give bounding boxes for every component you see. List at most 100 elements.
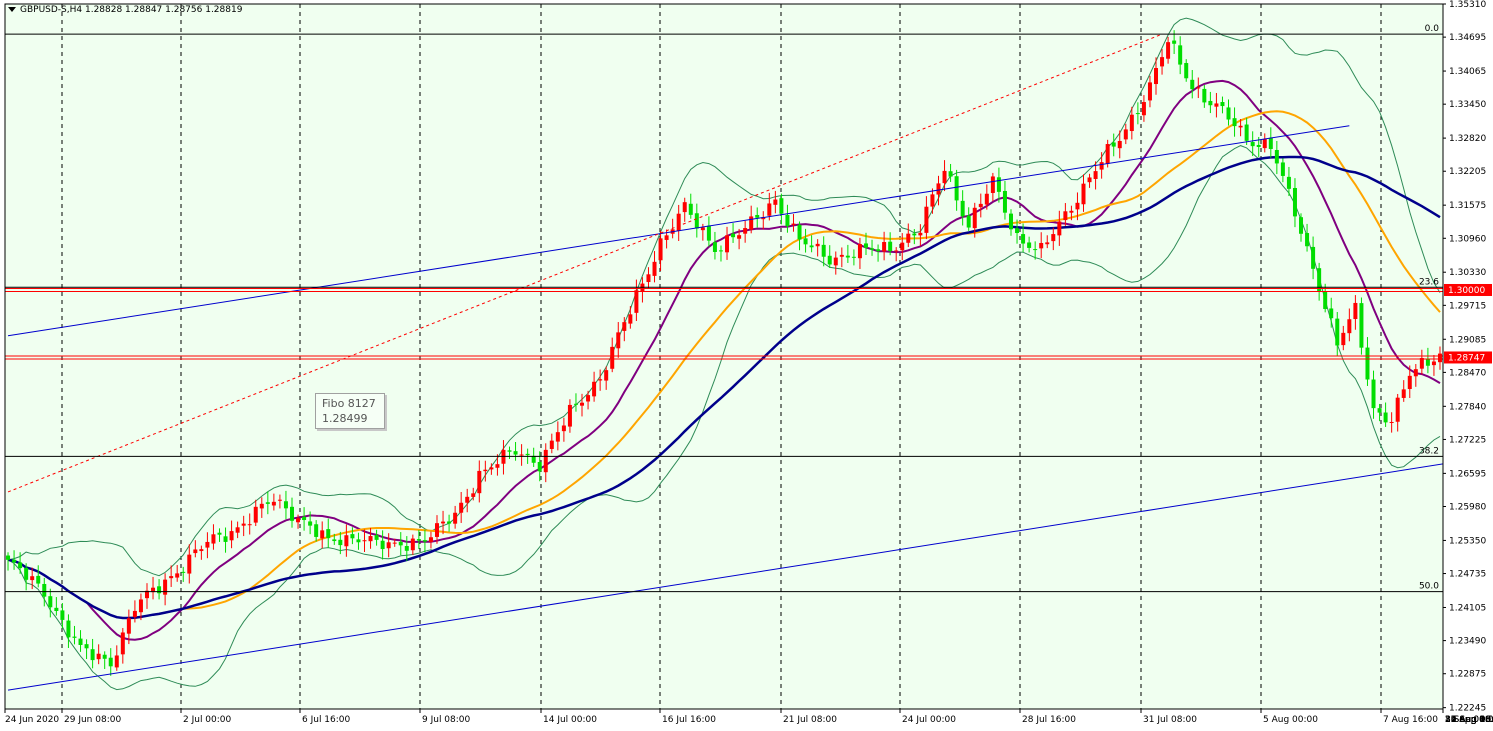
candle-body [1299,217,1304,234]
candle-body [12,559,17,563]
fibo-label-23.6: 23.6 [1419,277,1439,287]
candle-body [688,203,693,215]
candle-body [513,451,518,455]
candle-body [1015,228,1020,234]
price-chart[interactable]: 0.0 23.6 38.2 50.0 1.35310 1.34695 1.34065 1.33… [0,0,1493,731]
fibo-label-38.2: 38.2 [1419,446,1439,456]
candle-body [1250,142,1255,147]
candle-body [72,636,77,638]
price-tick-label: 1.34695 [1449,33,1486,43]
candle-body [833,257,838,266]
candle-body [924,206,929,233]
candle-body [42,583,47,597]
candle-body [229,531,234,541]
candle-body [1057,221,1062,236]
candle-body [845,255,850,258]
candle-body [978,203,983,208]
candle-body [1377,408,1382,413]
candle-body [410,538,415,551]
candle-body [1419,357,1424,369]
candle-body [1395,397,1400,422]
candle-body [428,537,433,542]
candle-body [737,235,742,239]
price-tick-label: 1.30960 [1449,234,1486,244]
candle-body [1051,234,1056,242]
candle-body [398,541,403,546]
candle-body [495,464,500,468]
candle-body [283,501,288,509]
candle-body [1202,88,1207,103]
candle-body [1262,138,1267,149]
candle-body [1329,308,1334,319]
candle-body [990,176,995,193]
candle-body [863,243,868,248]
candle-body [1081,183,1086,205]
price-tick-label: 1.27225 [1449,435,1486,445]
symbol-ohlc-text: GBPUSD-S,H4 1.28828 1.28847 1.28756 1.28… [20,5,243,15]
candle-body [815,243,820,247]
candle-body [350,534,355,539]
candle-body [296,518,301,523]
candle-body [404,545,409,551]
time-tick-label: 14 Jul 00:00 [543,715,597,725]
collapse-arrow-icon[interactable] [8,7,16,12]
candle-body [54,607,59,611]
time-tick-label: 21 Jul 08:00 [783,715,837,725]
candle-body [96,653,101,660]
candle-body [1407,375,1412,390]
candle-body [1105,144,1110,164]
candle-body [676,213,681,231]
time-tick-label: 24 Jun 2020 [5,715,59,725]
price-tick-label: 1.31575 [1449,201,1486,211]
candle-body [489,467,494,470]
candle-body [477,470,482,494]
candle-body [972,207,977,229]
candle-body [767,203,772,216]
candle-body [447,521,452,524]
candle-body [1383,412,1388,423]
candle-body [857,244,862,259]
candle-body [622,322,627,331]
candle-body [954,176,959,201]
candle-body [187,554,192,574]
candle-body [725,235,730,253]
symbol-header[interactable]: GBPUSD-S,H4 1.28828 1.28847 1.28756 1.28… [8,5,242,15]
candle-body [1172,40,1177,44]
candle-body [1190,79,1195,90]
candle-body [1045,242,1050,245]
candle-body [1178,45,1183,65]
candle-body [60,610,65,620]
candle-body [882,242,887,252]
candle-body [1093,171,1098,179]
candle-body [1135,113,1140,115]
candle-body [628,314,633,324]
candle-body [906,233,911,243]
fibo-label-50.0: 50.0 [1419,582,1439,592]
candle-body [942,170,947,184]
candle-body [870,248,875,250]
price-tick-label: 1.23490 [1449,637,1486,647]
time-tick-label: 15 Sep 08:00 [1445,715,1493,725]
candle-body [1021,234,1026,244]
candle-body [1437,353,1442,363]
candle-body [78,638,83,645]
candle-body [549,440,554,449]
candle-body [851,256,856,258]
candle-body [598,379,603,381]
candle-body [271,501,276,506]
candle-224[interactable] [1359,297,1364,355]
price-tick-label: 1.33450 [1449,100,1486,110]
time-tick-label: 29 Jun 08:00 [64,715,121,725]
time-tick-label: 2 Jul 00:00 [183,715,232,725]
candle-body [1256,144,1261,147]
candle-body [1141,102,1146,116]
candle-body [30,576,35,581]
candle-body [181,571,186,573]
candle-body [561,425,566,432]
candle-body [616,332,621,349]
price-tick-label: 1.30330 [1449,268,1486,278]
candle-body [108,657,113,667]
candle-body [302,516,307,521]
candle-body [368,536,373,542]
candle-body [1226,107,1231,120]
